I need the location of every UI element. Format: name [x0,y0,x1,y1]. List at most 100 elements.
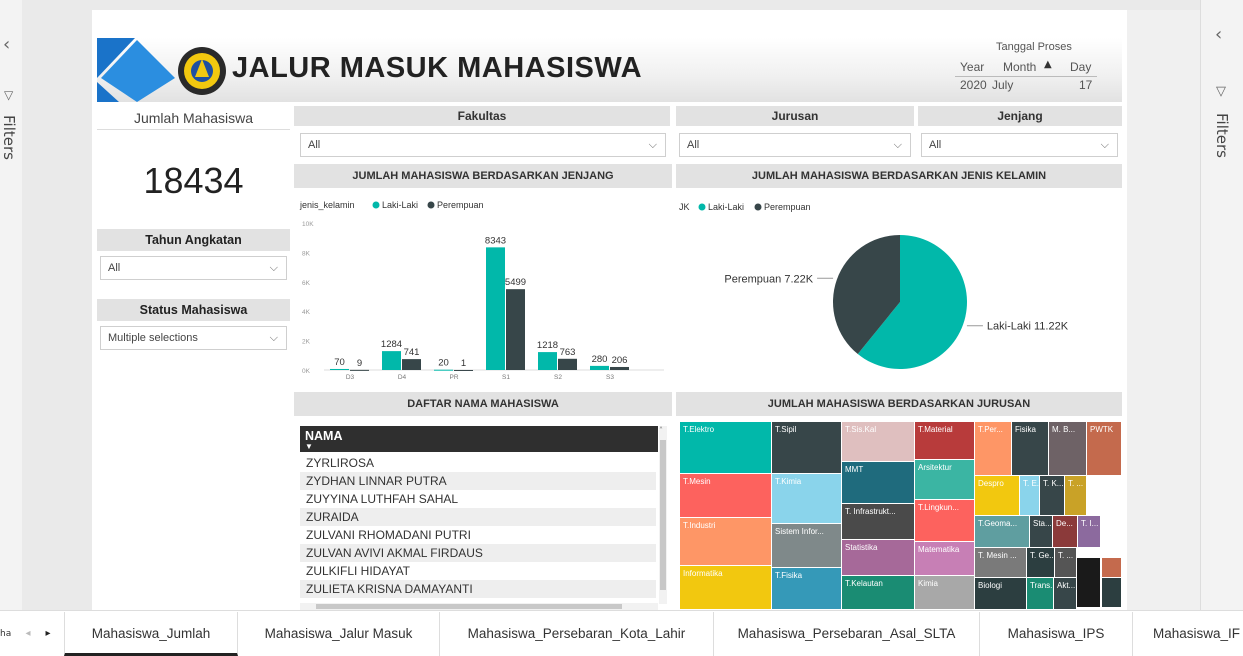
scroll-up-icon[interactable]: ˄ [659,426,663,435]
treemap-tile[interactable]: T.Per... [975,422,1012,476]
table-row[interactable]: ZULKIFLI HIDAYAT [300,562,656,580]
tab-mahasiswa-jumlah[interactable]: Mahasiswa_Jumlah [64,612,238,656]
treemap-tile[interactable]: PWTK [1087,422,1122,476]
treemap-tile[interactable]: T. ... [1055,548,1077,578]
treemap-tile[interactable]: Biologi [975,578,1027,610]
table-row[interactable]: ZULVANI RHOMADANI PUTRI [300,526,656,544]
treemap-tile[interactable]: T.Kelautan [842,576,915,610]
treemap-tile[interactable]: T.Elektro [680,422,772,474]
bar-d4-laki [382,351,401,370]
tab-mahasiswa-ips[interactable]: Mahasiswa_IPS [980,612,1133,656]
chevron-down-icon: ⌵ [269,332,278,344]
table-row[interactable]: ZYDHAN LINNAR PUTRA [300,472,656,490]
treemap-tile[interactable]: Fisika [1012,422,1049,476]
x-tick-label: D4 [398,374,407,381]
horizontal-scrollbar[interactable] [300,603,658,610]
tab-prefix: ha [0,629,12,639]
treemap-tile-small[interactable] [1102,578,1122,608]
treemap-tile[interactable]: T.Industri [680,518,772,566]
treemap-tile[interactable]: T. ... [1065,476,1087,516]
sort-up-icon[interactable]: ▲ [1044,59,1052,70]
treemap-tile[interactable]: T. K... [1040,476,1065,516]
table-row[interactable]: ZURAIDA [300,508,656,526]
table-row[interactable]: ZULIETA KRISNA DAMAYANTI [300,580,656,598]
vertical-scrollbar[interactable]: ˄ [659,426,667,604]
treemap-tile[interactable]: Statistika [842,540,915,576]
day-value: 17 [1079,78,1093,92]
status-mahasiswa-value: Multiple selections [108,332,198,344]
fakultas-value: All [308,139,321,151]
x-tick-label: S2 [554,374,562,381]
chevron-down-icon: ⌵ [648,139,657,151]
table-row[interactable]: ZUYYINA LUTHFAH SAHAL [300,490,656,508]
collapse-left-icon[interactable]: ‹ [3,34,10,55]
scrollbar-thumb[interactable] [660,440,666,590]
hscrollbar-thumb[interactable] [316,604,622,609]
treemap-tile[interactable]: T. I... [1078,516,1101,548]
treemap-tile[interactable]: De... [1053,516,1078,548]
expand-filters-icon[interactable]: ‹ [1215,24,1222,45]
tab-next-icon[interactable]: ▸ [40,612,56,656]
treemap-tile[interactable]: T. Mesin ... [975,548,1027,578]
tab-prev-icon[interactable]: ◂ [20,612,36,656]
treemap-tile[interactable]: T. Infrastrukt... [842,504,915,540]
month-label[interactable]: Month [1003,60,1036,74]
treemap-tile-small[interactable] [1102,558,1122,578]
table-row[interactable]: ZULVAN AVIVI AKMAL FIRDAUS [300,544,656,562]
bar-d4-perempuan [402,359,421,370]
treemap-tile[interactable]: Informatika [680,566,772,610]
treemap-tile[interactable]: T.Sipil [772,422,842,474]
tahun-angkatan-dropdown[interactable]: All ⌵ [100,256,287,280]
treemap-tile[interactable]: T.Fisika [772,568,842,610]
year-label[interactable]: Year [960,60,984,74]
legend-label: Perempuan [764,202,811,212]
bar-d3-perempuan [350,369,369,371]
year-value: 2020 [960,78,987,92]
treemap-tile[interactable]: T.Mesin [680,474,772,518]
treemap-tile[interactable]: T. Ge... [1027,548,1055,578]
treemap-tile[interactable]: Despro [975,476,1020,516]
data-label: 1284 [381,339,402,350]
jenjang-dropdown[interactable]: All ⌵ [921,133,1118,157]
status-mahasiswa-dropdown[interactable]: Multiple selections ⌵ [100,326,287,350]
table-row[interactable]: ZYRLIROSA [300,454,656,472]
treemap-tile[interactable]: Arsitektur [915,460,975,500]
treemap-tile[interactable]: T. E... [1020,476,1040,516]
treemap-tile[interactable]: T.Kimia [772,474,842,524]
tab-mahasiswa-persebaran-asal-slta[interactable]: Mahasiswa_Persebaran_Asal_SLTA [714,612,980,656]
treemap-tile[interactable]: T.Lingkun... [915,500,975,542]
legend-label: Perempuan [437,200,484,210]
treemap-tile[interactable]: M. B... [1049,422,1087,476]
filters-left-label[interactable]: Filters [0,115,18,160]
fakultas-dropdown[interactable]: All ⌵ [300,133,666,157]
tab-mahasiswa-persebaran-kota-lahir[interactable]: Mahasiswa_Persebaran_Kota_Lahir [440,612,714,656]
tab-mahasiswa-if[interactable]: Mahasiswa_IF [1133,612,1243,656]
treemap-tile[interactable]: Sistem Infor... [772,524,842,568]
treemap-tile[interactable]: Trans... [1027,578,1054,610]
treemap-tile-small[interactable] [1077,558,1101,608]
data-label: 5499 [505,277,526,288]
treemap-tile[interactable]: Akt... [1054,578,1077,610]
bar-s1-laki [486,247,505,370]
column-header-nama[interactable]: NAMA ▼ [300,426,658,452]
sort-down-icon[interactable]: ▼ [305,443,658,451]
day-label[interactable]: Day [1070,60,1091,74]
treemap-tile[interactable]: Sta... [1030,516,1053,548]
filters-pane-label[interactable]: Filters [1213,113,1231,158]
treemap-tile[interactable]: T.Sis.Kal [842,422,915,462]
treemap-tile[interactable]: T.Material [915,422,975,460]
filter-icon: ▽ [1216,84,1226,99]
count-value: 18434 [143,160,244,201]
treemap-tile[interactable]: Matematika [915,542,975,576]
tab-mahasiswa-jalur-masuk[interactable]: Mahasiswa_Jalur Masuk [238,612,440,656]
treemap-tile[interactable]: T.Geoma... [975,516,1030,548]
treemap-tile[interactable]: Kimia [915,576,975,610]
treemap-tile[interactable]: MMT [842,462,915,504]
x-tick-label: D3 [346,374,355,381]
data-label: 70 [334,357,345,368]
legend-marker [427,201,435,209]
legend-title: jenis_kelamin [299,200,355,210]
jurusan-dropdown[interactable]: All ⌵ [679,133,911,157]
slice-label: Laki-Laki 11.22K [987,321,1069,333]
legend-marker [698,203,706,211]
